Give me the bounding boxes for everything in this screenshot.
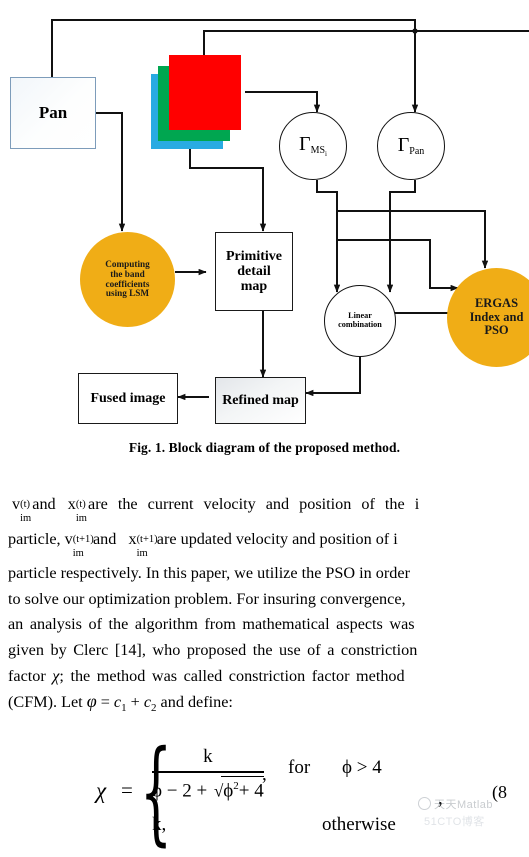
body-line-7: factor χ; the method was called constric… — [8, 664, 529, 690]
body-text: v (t) im and x (t) im are the current veloci… — [8, 492, 529, 722]
body-line-2: particle, v (t+1) im and x (t+1) im are upda… — [8, 527, 529, 559]
line2-sub-2: im — [136, 547, 148, 559]
equation-fraction-bar — [152, 769, 264, 773]
line8-c1: c — [113, 693, 122, 712]
radical-phi: ϕ — [223, 780, 234, 802]
body-line-1: v (t) im and x (t) im are the current veloci… — [8, 492, 529, 524]
line7-a: factor — [8, 666, 53, 685]
equation-denominator: ϕ − 2 + √ ϕ2+ 4 — [152, 774, 264, 803]
line8-c2: c — [143, 693, 151, 712]
line1-tail: are the current velocity and position of… — [88, 495, 420, 513]
primitive-line-1: Primitive — [226, 248, 282, 264]
equation-numerator: k — [203, 746, 213, 767]
equation-otherwise-keyword: otherwise — [322, 814, 396, 835]
node-primitive-detail-map-label: Primitive detail map — [226, 249, 282, 294]
equation-condition: ϕ > 4 — [342, 757, 382, 778]
primitive-line-3: map — [240, 279, 268, 295]
node-gamma-ms-label: ΓMSi — [299, 132, 327, 159]
linear-line-2: combination — [338, 320, 382, 329]
line2-tail: are updated velocity and position of i — [156, 529, 398, 548]
figure-caption: Fig. 1. Block diagram of the proposed me… — [128, 440, 401, 455]
equation-fraction: k ϕ − 2 + √ ϕ2+ 4 — [152, 746, 264, 803]
primitive-line-2: detail — [237, 263, 271, 279]
gamma-ms-subsubscript: i — [325, 149, 327, 158]
ms-band-red — [169, 55, 241, 130]
node-gamma-ms: ΓMSi — [279, 112, 347, 180]
line2-sub-1: im — [72, 547, 84, 559]
node-computing-label: Computing the band coefficients using LS… — [105, 258, 150, 300]
node-computing-band-coefficients: Computing the band coefficients using LS… — [80, 232, 175, 327]
radical-tail: + 4 — [238, 780, 264, 802]
ergas-line-2: Index and — [469, 309, 524, 324]
ergas-line-3: PSO — [484, 323, 509, 338]
node-linear-combination-label: Linear combination — [338, 311, 382, 330]
line2-and: and — [92, 529, 117, 548]
equation-radical: √ ϕ2+ 4 — [212, 774, 264, 803]
node-fused-image-label: Fused image — [90, 390, 166, 406]
equation-8: χ = { k ϕ − 2 + √ ϕ2+ 4 , for ϕ > 4 k, ot… — [0, 736, 529, 848]
node-primitive-detail-map: Primitive detail map — [215, 232, 293, 311]
equation-case2-value: k, — [152, 814, 167, 835]
line8-a: (CFM). Let — [8, 693, 87, 712]
line2-head: particle, v — [8, 529, 73, 548]
radical-vinculum — [220, 776, 264, 777]
block-diagram-figure: Pan ΓMSi ΓPan Computing the band coeffic… — [0, 0, 529, 438]
denominator-lead: ϕ − 2 + — [152, 780, 208, 802]
node-gamma-pan: ΓPan — [377, 112, 445, 180]
body-line-4: to solve our optimization problem. For i… — [8, 589, 406, 608]
gamma-ms-subscript: MS — [310, 144, 326, 156]
line8-phi-symbol: φ — [86, 691, 97, 712]
line8-plus: + — [126, 693, 144, 712]
node-refined-map: Refined map — [215, 377, 306, 424]
body-line-8: (CFM). Let φ = c1 + c2 and define: — [8, 689, 529, 722]
computing-line-1: Computing — [105, 258, 150, 269]
node-ergas-label: ERGAS Index and PSO — [470, 297, 524, 338]
body-line-3: particle respectively. In this paper, we… — [8, 564, 410, 583]
line7-b: ; the method was called constriction fac… — [59, 666, 405, 685]
computing-line-2: the band — [110, 268, 145, 279]
computing-line-3: coefficients — [105, 278, 150, 289]
gamma-pan-subscript: Pan — [409, 145, 425, 157]
node-linear-combination: Linear combination — [324, 285, 396, 357]
line1-sub-1: im — [20, 513, 32, 524]
node-pan: Pan — [10, 77, 96, 149]
node-refined-map-label: Refined map — [222, 392, 299, 408]
equation-case1-comma: , — [262, 764, 267, 785]
equation-trailing-comma: , — [438, 788, 443, 809]
equation-number: (8 — [492, 782, 507, 802]
line1-and: and — [32, 495, 56, 513]
computing-line-4: using LSM — [105, 288, 150, 299]
body-line-6: given by Clerc [14], who proposed the us… — [8, 640, 418, 659]
node-gamma-pan-label: ΓPan — [397, 133, 425, 158]
gamma-ms-symbol: Γ — [299, 132, 311, 155]
equation-equals: = — [121, 778, 133, 802]
gamma-pan-symbol: Γ — [397, 133, 410, 156]
line8-tail: and define: — [156, 693, 233, 712]
linear-line-1: Linear — [348, 311, 372, 321]
node-ms-image-stack — [151, 55, 245, 149]
node-fused-image: Fused image — [78, 373, 178, 424]
equation-chi: χ — [96, 778, 107, 803]
line8-equals: = — [96, 693, 114, 712]
equation-for-keyword: for — [288, 757, 311, 778]
node-pan-label: Pan — [38, 102, 68, 122]
body-line-5: an analysis of the algorithm from mathem… — [8, 615, 415, 634]
ergas-line-1: ERGAS — [474, 296, 519, 311]
